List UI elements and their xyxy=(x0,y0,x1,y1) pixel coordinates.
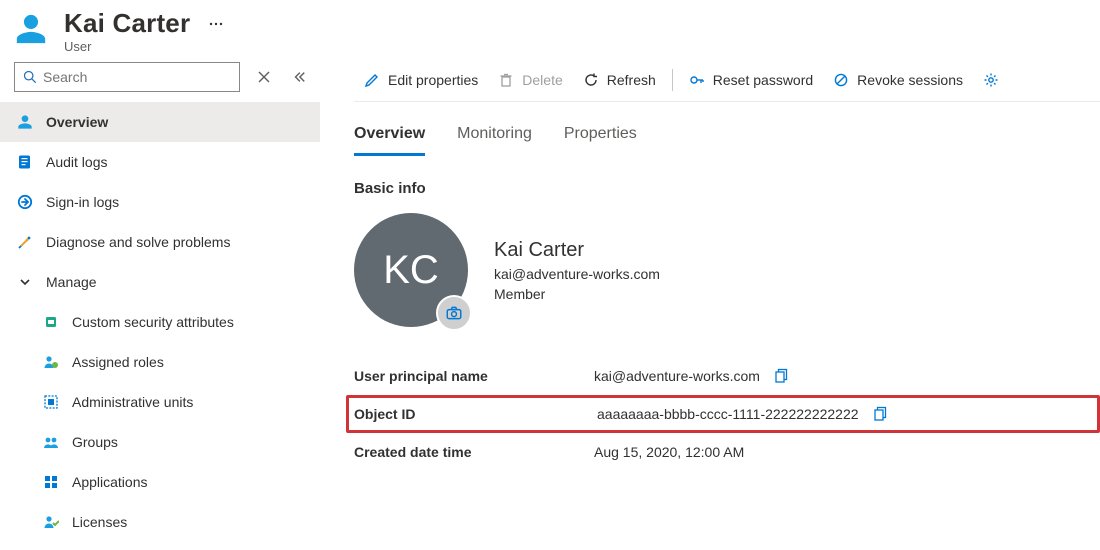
chevron-down-icon xyxy=(14,276,36,288)
sidebar-item-label: Overview xyxy=(46,114,108,130)
settings-button[interactable] xyxy=(973,58,1007,101)
refresh-button[interactable]: Refresh xyxy=(573,58,666,101)
member-type: Member xyxy=(494,286,660,302)
collapse-sidebar-button[interactable] xyxy=(292,70,306,84)
toolbar: Edit properties Delete Refresh Reset pas… xyxy=(354,58,1100,102)
property-label: User principal name xyxy=(354,368,594,384)
sidebar-item-groups[interactable]: Groups xyxy=(0,422,320,462)
copy-upn-button[interactable] xyxy=(774,368,790,384)
sidebar-group-manage-toggle[interactable]: Manage xyxy=(0,262,320,302)
property-label: Object ID xyxy=(354,406,597,422)
page-header: Kai Carter User xyxy=(0,0,1100,58)
signin-icon xyxy=(14,194,36,210)
licenses-icon xyxy=(40,514,62,530)
user-icon xyxy=(14,12,48,46)
toolbar-label: Revoke sessions xyxy=(857,72,963,88)
security-icon xyxy=(40,314,62,330)
user-avatar[interactable]: KC xyxy=(354,213,468,327)
copy-object-id-button[interactable] xyxy=(873,406,889,422)
sidebar-item-overview[interactable]: Overview xyxy=(0,102,320,142)
content-tabs: Overview Monitoring Properties xyxy=(354,108,1100,156)
tab-monitoring[interactable]: Monitoring xyxy=(457,117,532,156)
property-label: Created date time xyxy=(354,444,594,460)
sidebar-item-label: Groups xyxy=(72,434,118,450)
toolbar-separator xyxy=(672,69,673,91)
sidebar: Overview Audit logs Sign-in logs Diagnos… xyxy=(0,58,320,548)
basic-info-heading: Basic info xyxy=(354,180,1100,197)
delete-button: Delete xyxy=(488,58,572,101)
property-value: Aug 15, 2020, 12:00 AM xyxy=(594,444,744,460)
pencil-icon xyxy=(364,72,380,88)
sidebar-item-label: Diagnose and solve problems xyxy=(46,234,230,250)
sidebar-item-label: Licenses xyxy=(72,514,127,530)
display-name: Kai Carter xyxy=(494,239,660,262)
page-title: Kai Carter xyxy=(64,8,190,39)
property-row-upn: User principal name kai@adventure-works.… xyxy=(354,357,1100,395)
gear-icon xyxy=(983,72,999,88)
main-content: Edit properties Delete Refresh Reset pas… xyxy=(320,58,1100,548)
display-email: kai@adventure-works.com xyxy=(494,266,660,282)
sidebar-item-audit-logs[interactable]: Audit logs xyxy=(0,142,320,182)
sidebar-group-label: Manage xyxy=(46,274,97,290)
sidebar-item-label: Custom security attributes xyxy=(72,314,234,330)
search-icon xyxy=(23,70,37,84)
sidebar-item-label: Audit logs xyxy=(46,154,107,170)
key-icon xyxy=(689,72,705,88)
roles-icon xyxy=(40,354,62,370)
log-icon xyxy=(14,154,36,170)
toolbar-label: Edit properties xyxy=(388,72,478,88)
property-row-object-id: Object ID aaaaaaaa-bbbb-cccc-1111-222222… xyxy=(346,395,1100,433)
search-box[interactable] xyxy=(14,62,240,92)
property-value: kai@adventure-works.com xyxy=(594,368,760,384)
revoke-icon xyxy=(833,72,849,88)
toolbar-label: Refresh xyxy=(607,72,656,88)
apps-icon xyxy=(40,474,62,490)
sidebar-item-label: Sign-in logs xyxy=(46,194,119,210)
property-row-created: Created date time Aug 15, 2020, 12:00 AM xyxy=(354,433,1100,471)
sidebar-item-applications[interactable]: Applications xyxy=(0,462,320,502)
page-subtitle: User xyxy=(64,39,1086,54)
sidebar-item-signin-logs[interactable]: Sign-in logs xyxy=(0,182,320,222)
diagnose-icon xyxy=(14,234,36,250)
sidebar-item-diagnose[interactable]: Diagnose and solve problems xyxy=(0,222,320,262)
toolbar-label: Delete xyxy=(522,72,562,88)
more-button[interactable] xyxy=(208,16,224,32)
toolbar-label: Reset password xyxy=(713,72,813,88)
avatar-initials: KC xyxy=(383,248,439,293)
property-value: aaaaaaaa-bbbb-cccc-1111-222222222222 xyxy=(597,406,859,422)
edit-properties-button[interactable]: Edit properties xyxy=(354,58,488,101)
reset-password-button[interactable]: Reset password xyxy=(679,58,823,101)
refresh-icon xyxy=(583,72,599,88)
user-icon xyxy=(14,114,36,130)
sidebar-item-admin-units[interactable]: Administrative units xyxy=(0,382,320,422)
revoke-sessions-button[interactable]: Revoke sessions xyxy=(823,58,973,101)
sidebar-item-licenses[interactable]: Licenses xyxy=(0,502,320,542)
sidebar-item-label: Administrative units xyxy=(72,394,193,410)
groups-icon xyxy=(40,434,62,450)
upload-photo-button[interactable] xyxy=(436,295,472,331)
sidebar-item-assigned-roles[interactable]: Assigned roles xyxy=(0,342,320,382)
sidebar-item-label: Applications xyxy=(72,474,148,490)
search-clear-button[interactable] xyxy=(258,71,270,83)
tab-overview[interactable]: Overview xyxy=(354,117,425,156)
search-input[interactable] xyxy=(43,69,231,85)
tab-properties[interactable]: Properties xyxy=(564,117,637,156)
trash-icon xyxy=(498,72,514,88)
sidebar-item-custom-security[interactable]: Custom security attributes xyxy=(0,302,320,342)
adminunits-icon xyxy=(40,394,62,410)
sidebar-item-label: Assigned roles xyxy=(72,354,164,370)
camera-icon xyxy=(445,304,463,322)
